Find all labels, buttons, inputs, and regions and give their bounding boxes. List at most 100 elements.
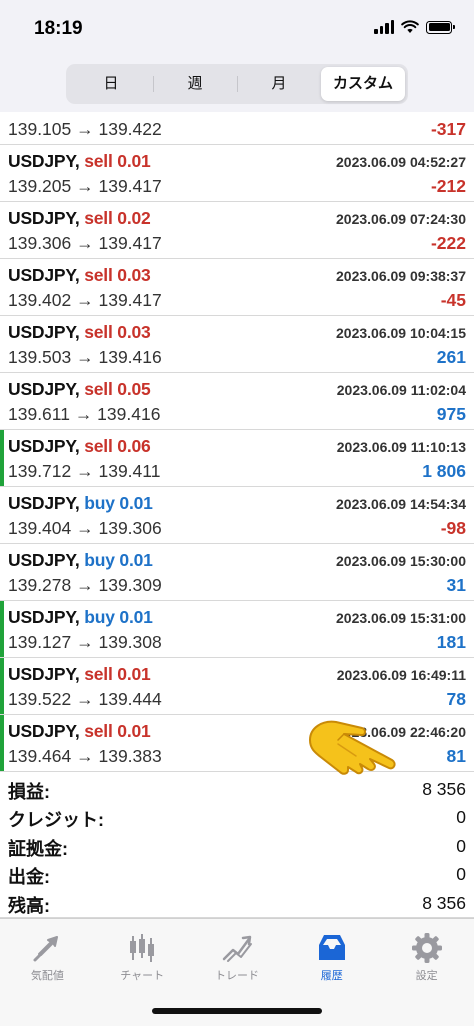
- trade-side: sell 0.03: [84, 265, 151, 285]
- period-header: 日 週 月 カスタム: [0, 60, 474, 112]
- summary-profit-row: 損益: 8 356: [0, 774, 474, 802]
- trade-profit: -222: [430, 233, 466, 253]
- trade-prices: 139.522 → 139.444: [8, 689, 162, 709]
- trade-side: sell 0.01: [84, 664, 151, 684]
- trade-prices: 139.306 → 139.417: [8, 233, 162, 253]
- history-icon: [318, 935, 345, 960]
- tab-settings[interactable]: 設定: [379, 919, 474, 1026]
- trade-symbol: USDJPY,: [8, 436, 80, 456]
- trade-profit: 81: [446, 746, 466, 766]
- status-time: 18:19: [34, 18, 83, 39]
- wifi-icon: [401, 20, 419, 33]
- trade-symbol: USDJPY,: [8, 607, 80, 627]
- tab-label: 設定: [415, 970, 438, 982]
- trade-row[interactable]: USDJPY, buy 0.01 2023.06.09 15:31:00 139…: [0, 601, 474, 658]
- trade-history-list[interactable]: 139.105 → 139.422 -317 USDJPY, sell 0.01…: [0, 112, 474, 772]
- trade-profit: -212: [430, 176, 466, 196]
- trade-time: 2023.06.09 14:54:34: [336, 496, 466, 512]
- trade-symbol: USDJPY,: [8, 493, 80, 513]
- period-segmented-control: 日 週 月 カスタム: [66, 64, 408, 104]
- summary-value: 0: [456, 807, 466, 828]
- trade-profit: 261: [436, 347, 466, 367]
- trade-profit: 78: [446, 689, 466, 709]
- trade-time: 2023.06.09 16:49:11: [336, 667, 466, 683]
- trade-symbol: USDJPY,: [8, 721, 80, 741]
- pointing-hand-icon: [309, 720, 396, 775]
- trade-side: sell 0.05: [84, 379, 151, 399]
- trade-row[interactable]: USDJPY, sell 0.01 2023.06.09 04:52:27 13…: [0, 145, 474, 202]
- trade-row[interactable]: USDJPY, buy 0.01 2023.06.09 14:54:34 139…: [0, 487, 474, 544]
- tab-week[interactable]: 週: [153, 67, 237, 101]
- status-bar: 18:19: [0, 0, 474, 60]
- trade-symbol: USDJPY,: [8, 208, 80, 228]
- trade-prices: 139.464 → 139.383: [8, 746, 162, 766]
- trade-side: sell 0.01: [84, 721, 151, 741]
- summary-balance-row: 残高: 8 356: [0, 888, 474, 916]
- settings-icon: [411, 933, 442, 963]
- trade-row-partial[interactable]: 139.105 → 139.422 -317: [0, 112, 474, 145]
- trade-row[interactable]: USDJPY, sell 0.06 2023.06.09 11:10:13 13…: [0, 430, 474, 487]
- tab-label: 履歴: [320, 970, 343, 982]
- trade-side: sell 0.02: [84, 208, 151, 228]
- trade-time: 2023.06.09 09:38:37: [336, 268, 466, 284]
- summary-value: 0: [456, 835, 466, 856]
- tab-label: トレード: [214, 970, 259, 982]
- trade-row[interactable]: USDJPY, buy 0.01 2023.06.09 15:30:00 139…: [0, 544, 474, 601]
- chart-icon: [130, 934, 155, 962]
- trade-prices: 139.503 → 139.416: [8, 347, 162, 367]
- trade-side: buy 0.01: [84, 550, 153, 570]
- trade-side: sell 0.03: [84, 322, 151, 342]
- trade-time: 2023.06.09 15:30:00: [336, 553, 466, 569]
- summary-label: 出金:: [8, 867, 50, 888]
- tab-custom[interactable]: カスタム: [321, 67, 405, 101]
- trade-row[interactable]: USDJPY, sell 0.01 2023.06.09 16:49:11 13…: [0, 658, 474, 715]
- trade-prices: 139.404 → 139.306: [8, 518, 162, 538]
- summary-withdrawal-row: 出金: 0: [0, 859, 474, 887]
- tab-quotes[interactable]: 気配値: [0, 919, 95, 1026]
- trade-time: 2023.06.09 15:31:00: [336, 610, 466, 626]
- trade-side: buy 0.01: [84, 607, 153, 627]
- trade-prices: 139.205 → 139.417: [8, 176, 162, 196]
- summary-label: 残高:: [8, 895, 50, 916]
- trade-icon: [222, 935, 252, 962]
- trade-symbol: USDJPY,: [8, 322, 80, 342]
- trade-row[interactable]: USDJPY, sell 0.03 2023.06.09 10:04:15 13…: [0, 316, 474, 373]
- summary-value: 8 356: [422, 892, 466, 913]
- trade-symbol: USDJPY,: [8, 550, 80, 570]
- status-icons: [374, 20, 455, 34]
- trade-row[interactable]: USDJPY, sell 0.03 2023.06.09 09:38:37 13…: [0, 259, 474, 316]
- summary-value: 0: [456, 864, 466, 885]
- trade-row[interactable]: USDJPY, sell 0.02 2023.06.09 07:24:30 13…: [0, 202, 474, 259]
- trade-prices: 139.105 → 139.422: [8, 119, 162, 139]
- trade-profit: 1 806: [422, 461, 466, 481]
- trade-row[interactable]: USDJPY, sell 0.05 2023.06.09 11:02:04 13…: [0, 373, 474, 430]
- trade-prices: 139.278 → 139.309: [8, 575, 162, 595]
- cellular-signal-icon: [374, 20, 394, 34]
- quotes-icon: [33, 936, 59, 962]
- account-summary: 損益: 8 356 クレジット: 0 証拠金: 0 出金: 0 残高: 8 35…: [0, 774, 474, 916]
- trade-side: sell 0.06: [84, 436, 151, 456]
- summary-credit-row: クレジット: 0: [0, 802, 474, 830]
- trade-time: 2023.06.09 04:52:27: [336, 154, 466, 170]
- tab-day[interactable]: 日: [69, 67, 153, 101]
- trade-profit: -45: [440, 290, 466, 310]
- tab-label: 気配値: [30, 970, 64, 982]
- trade-profit: 975: [436, 404, 466, 424]
- tab-month[interactable]: 月: [237, 67, 321, 101]
- battery-icon: [426, 20, 455, 34]
- tab-label: チャート: [120, 970, 165, 982]
- summary-label: 証拠金:: [8, 838, 68, 859]
- trade-time: 2023.06.09 07:24:30: [336, 211, 466, 227]
- trade-symbol: USDJPY,: [8, 265, 80, 285]
- trade-symbol: USDJPY,: [8, 151, 80, 171]
- trade-prices: 139.712 → 139.411: [8, 461, 161, 481]
- trade-time: 2023.06.09 11:02:04: [336, 382, 466, 398]
- trade-prices: 139.611 → 139.416: [8, 404, 161, 424]
- trade-profit: 31: [446, 575, 466, 595]
- home-indicator[interactable]: [152, 1008, 322, 1014]
- trade-side: sell 0.01: [84, 151, 151, 171]
- trade-side: buy 0.01: [84, 493, 153, 513]
- trade-time: 2023.06.09 10:04:15: [336, 325, 466, 341]
- trade-prices: 139.127 → 139.308: [8, 632, 162, 652]
- trade-profit: -98: [440, 518, 466, 538]
